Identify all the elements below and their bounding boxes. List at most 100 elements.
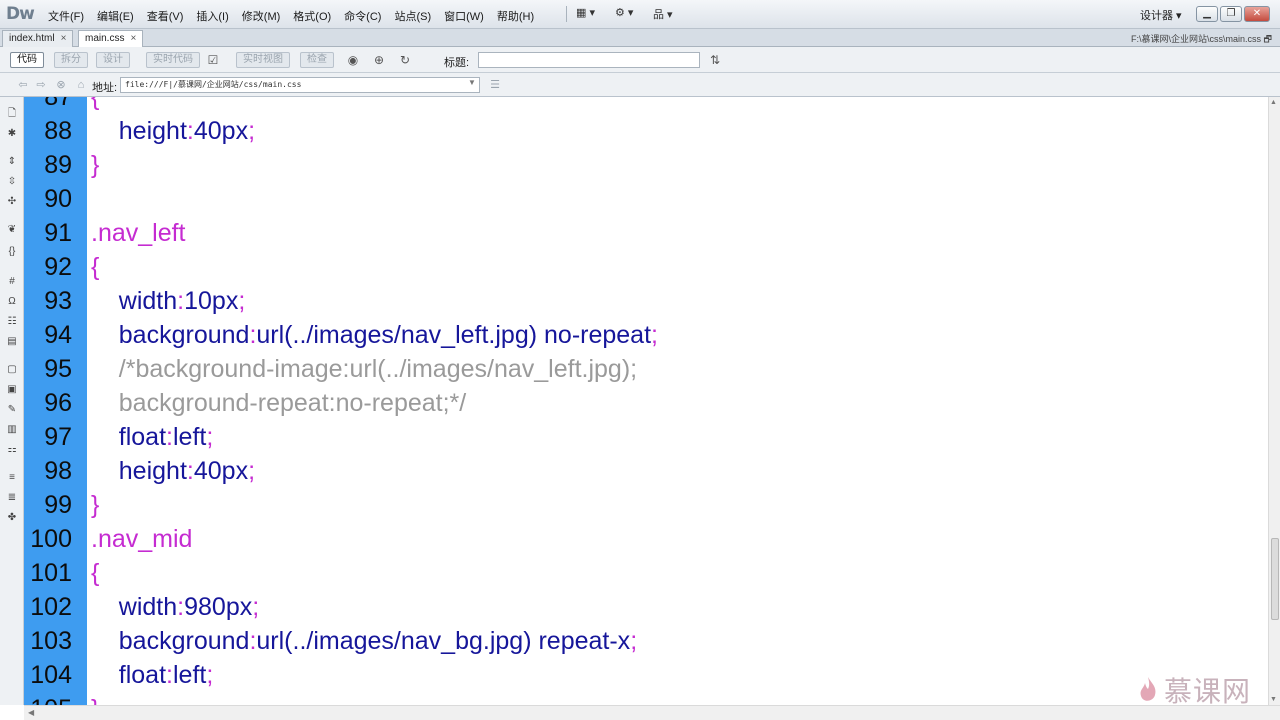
view-options-icon[interactable]: ☰ <box>488 78 502 92</box>
line-number: 102 <box>30 593 72 621</box>
expand-all-icon[interactable]: ✣ <box>4 195 20 209</box>
title-input[interactable] <box>478 52 700 68</box>
line-number: 90 <box>44 185 72 213</box>
live-view-button[interactable]: 实时视图 <box>236 52 290 68</box>
code-line[interactable]: 93 width:10px; <box>24 284 1268 318</box>
menu-site[interactable]: 站点(S) <box>394 8 431 24</box>
chevron-down-icon[interactable]: ▼ <box>468 78 476 87</box>
refresh-icon[interactable]: ↻ <box>396 52 414 68</box>
outdent-icon[interactable]: ≣ <box>4 491 20 505</box>
close-button[interactable]: ✕ <box>1244 6 1270 22</box>
check-icon[interactable]: ☑ <box>204 52 222 68</box>
code-line[interactable]: 96 background-repeat:no-repeat;*/ <box>24 386 1268 420</box>
inspect-button[interactable]: 检查 <box>300 52 334 68</box>
scroll-up-icon[interactable]: ▲ <box>1270 99 1277 106</box>
code-line[interactable]: 99} <box>24 488 1268 522</box>
code-token-prop: width <box>91 593 178 621</box>
menu-window[interactable]: 窗口(W) <box>444 8 484 24</box>
menu-format[interactable]: 格式(O) <box>293 8 331 24</box>
code-line[interactable]: 102 width:980px; <box>24 590 1268 624</box>
code-line[interactable]: 89} <box>24 148 1268 182</box>
wrap-tag-icon[interactable]: ✎ <box>4 403 20 417</box>
balance-braces-icon[interactable]: {} <box>4 245 20 259</box>
code-token-prop: height <box>91 457 187 485</box>
apply-comment-icon[interactable]: ▢ <box>4 363 20 377</box>
highlight-invalid-icon[interactable]: Ω <box>4 295 20 309</box>
scrollbar-thumb[interactable] <box>1271 538 1279 620</box>
select-parent-icon[interactable]: ❦ <box>4 223 20 237</box>
minimize-button[interactable]: ▁ <box>1196 6 1218 22</box>
collapse-tag-icon[interactable]: ⇕ <box>4 155 20 169</box>
restore-button[interactable]: ❐ <box>1220 6 1242 22</box>
horizontal-scrollbar[interactable]: ◀ <box>24 705 1280 720</box>
code-line[interactable]: 91 .nav_left <box>24 216 1268 250</box>
menu-view[interactable]: 查看(V) <box>147 8 184 24</box>
file-tree-icon[interactable]: ✱ <box>4 127 20 141</box>
restore-doc-icon[interactable]: 🗗 <box>1264 34 1272 44</box>
line-number: 97 <box>44 423 72 451</box>
recent-snippets-icon[interactable]: ▥ <box>4 423 20 437</box>
code-token-brace: { <box>91 97 100 111</box>
indent-icon[interactable]: ≡ <box>4 471 20 485</box>
code-line[interactable]: 92 { <box>24 250 1268 284</box>
file-management-icon[interactable]: ⇅ <box>706 52 724 68</box>
code-line[interactable]: 101 { <box>24 556 1268 590</box>
split-view-button[interactable]: 拆分 <box>54 52 88 68</box>
move-css-icon[interactable]: ⚏ <box>4 443 20 457</box>
menu-modify[interactable]: 修改(M) <box>242 8 281 24</box>
globe-icon[interactable]: ◉ <box>344 52 362 68</box>
stop-icon[interactable]: ⊗ <box>54 78 68 92</box>
code-token-val: 40px <box>193 457 249 485</box>
live-code-button[interactable]: 实时代码 <box>146 52 200 68</box>
code-token-val: left <box>173 661 207 689</box>
code-view-button[interactable]: 代码 <box>10 52 44 68</box>
scroll-left-icon[interactable]: ◀ <box>28 708 34 717</box>
code-token-colon: : <box>166 661 173 689</box>
code-line[interactable]: 94 background:url(../images/nav_left.jpg… <box>24 318 1268 352</box>
back-icon[interactable]: ⇦ <box>16 78 30 92</box>
menu-separator <box>566 6 567 22</box>
code-line[interactable]: 88 height:40px; <box>24 114 1268 148</box>
code-line[interactable]: 105} <box>24 692 1268 705</box>
format-source-icon[interactable]: ✤ <box>4 511 20 525</box>
code-line[interactable]: 90 <box>24 182 1268 216</box>
preview-icon[interactable]: ⊕ <box>370 52 388 68</box>
close-icon[interactable]: × <box>130 33 136 44</box>
line-numbers-icon[interactable]: # <box>4 275 20 289</box>
workspace-switcher[interactable]: 设计器 ▾ <box>1140 7 1182 23</box>
code-line[interactable]: 100 .nav_mid <box>24 522 1268 556</box>
collapse-selection-icon[interactable]: ⇳ <box>4 175 20 189</box>
remove-comment-icon[interactable]: ▣ <box>4 383 20 397</box>
gear-icon[interactable]: ⚙ ▾ <box>615 6 633 19</box>
code-line[interactable]: 87 { <box>24 97 1268 114</box>
close-icon[interactable]: × <box>61 33 67 44</box>
scroll-down-icon[interactable]: ▼ <box>1270 696 1277 703</box>
code-line[interactable]: 104 float:left; <box>24 658 1268 692</box>
tab-main-css[interactable]: main.css × <box>78 30 144 47</box>
site-icon[interactable]: 品 ▾ <box>653 6 673 22</box>
vertical-scrollbar[interactable]: ▲ ▼ <box>1268 97 1280 705</box>
line-number: 103 <box>30 627 72 655</box>
design-view-button[interactable]: 设计 <box>96 52 130 68</box>
code-editor[interactable]: 87{88 height:40px; 89} 90 91 .nav_left 92{93 … <box>24 97 1268 705</box>
menu-edit[interactable]: 编辑(E) <box>97 8 134 24</box>
address-input[interactable]: file:///F|/慕课网/企业网站/css/main.css <box>120 77 480 93</box>
code-line[interactable]: 97 float:left; <box>24 420 1268 454</box>
menu-commands[interactable]: 命令(C) <box>344 8 381 24</box>
syntax-error-icon[interactable]: ▤ <box>4 335 20 349</box>
word-wrap-icon[interactable]: ☷ <box>4 315 20 329</box>
open-documents-icon[interactable]: 🗋 <box>4 107 20 121</box>
menu-insert[interactable]: 插入(I) <box>196 8 228 24</box>
code-token-brace: { <box>91 253 100 281</box>
tab-index-html[interactable]: index.html × <box>2 30 74 47</box>
code-token-semi: ; <box>651 321 658 349</box>
code-line[interactable]: 98 height:40px; <box>24 454 1268 488</box>
layout-icon[interactable]: ▦ ▾ <box>576 6 595 19</box>
menu-file[interactable]: 文件(F) <box>48 8 84 24</box>
forward-icon[interactable]: ⇨ <box>34 78 48 92</box>
home-icon[interactable]: ⌂ <box>74 78 88 92</box>
code-line[interactable]: 103 background:url(../images/nav_bg.jpg)… <box>24 624 1268 658</box>
code-line[interactable]: 95 /*background-image:url(../images/nav_… <box>24 352 1268 386</box>
menu-help[interactable]: 帮助(H) <box>497 8 534 24</box>
code-token-semi: ; <box>248 457 256 485</box>
